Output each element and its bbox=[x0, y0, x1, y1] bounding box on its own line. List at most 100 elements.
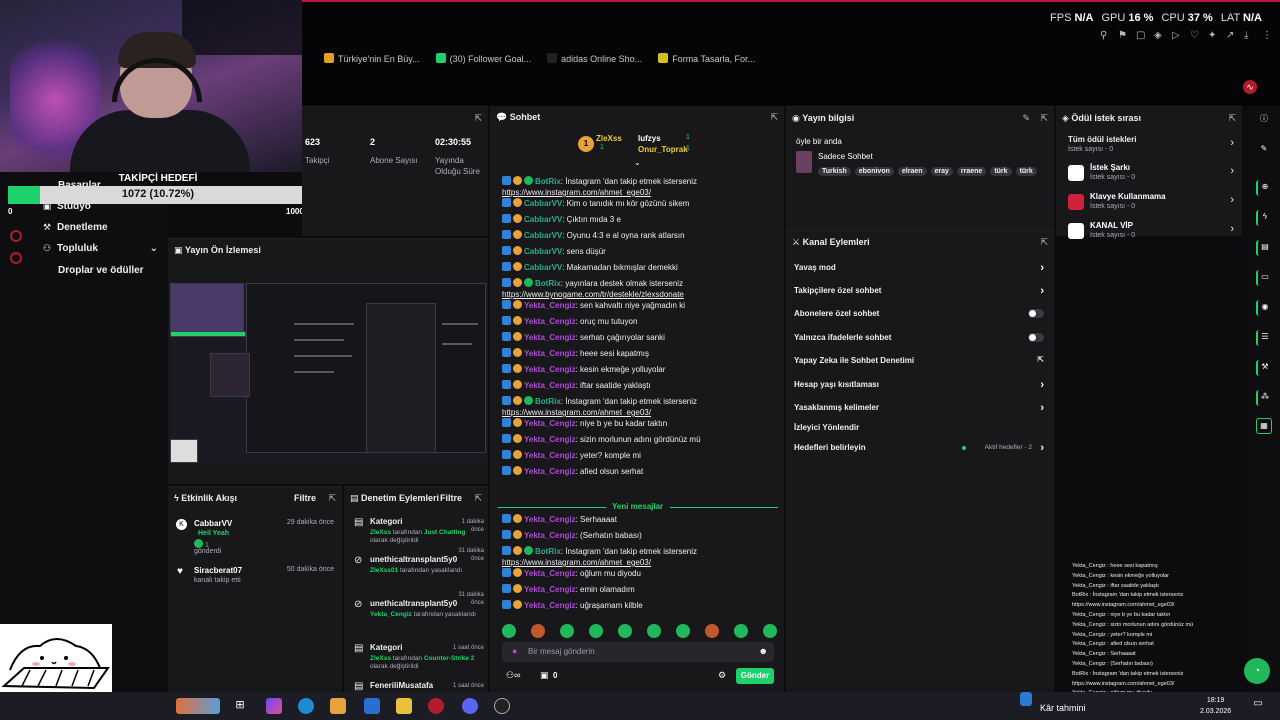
download-icon[interactable]: ⤓ bbox=[1244, 30, 1254, 41]
stream-tag[interactable]: rraene bbox=[956, 167, 987, 176]
activity-user[interactable]: CabbarVV bbox=[194, 519, 232, 528]
chat-username[interactable]: Yekta_Cengiz bbox=[524, 381, 576, 390]
chat-username[interactable]: Yekta_Cengiz bbox=[524, 585, 576, 594]
obs-icon[interactable] bbox=[494, 698, 510, 714]
pen-icon[interactable]: ✎ bbox=[1256, 142, 1272, 158]
chat-username[interactable]: CabbarVV bbox=[524, 199, 562, 208]
clock[interactable]: 18:19 2.03.2026 bbox=[1200, 695, 1231, 717]
users-icon[interactable]: ⚇∞ bbox=[506, 670, 520, 681]
stream-tag[interactable]: elraen bbox=[897, 167, 927, 176]
screenshot-icon[interactable]: ▢ bbox=[1136, 30, 1146, 41]
chat-username[interactable]: Yekta_Cengiz bbox=[524, 569, 576, 578]
nav-community[interactable]: ⚇ Topluluk ⌄ bbox=[40, 243, 158, 254]
chat-input[interactable]: ● Bir mesaj gönderin ☻ bbox=[502, 642, 774, 662]
top-gifter[interactable]: ZleXss bbox=[596, 134, 622, 143]
activity-user[interactable]: Siracberat07 bbox=[194, 566, 242, 575]
pin-icon[interactable]: ⚑ bbox=[1118, 30, 1128, 41]
live-icon[interactable] bbox=[10, 230, 22, 242]
popout-icon[interactable]: ⇱ bbox=[770, 112, 778, 123]
weather-text[interactable]: Kâr tahmini bbox=[1040, 703, 1086, 713]
chat-username[interactable]: Yekta_Cengiz bbox=[524, 451, 576, 460]
popout-icon[interactable]: ⇱ bbox=[1228, 113, 1236, 124]
shield-icon[interactable]: ◈ bbox=[1154, 30, 1164, 41]
stream-tag[interactable]: Turkish bbox=[818, 167, 851, 176]
extensions-icon[interactable]: ✦ bbox=[1208, 30, 1218, 41]
points-icon[interactable]: ▣ bbox=[540, 670, 549, 681]
heart-icon[interactable]: ♡ bbox=[1190, 30, 1200, 41]
chat-username[interactable]: Yekta_Cengiz bbox=[524, 317, 576, 326]
nodes-icon[interactable]: ⁂ bbox=[1256, 390, 1272, 406]
list-icon[interactable]: ☰ bbox=[1256, 330, 1272, 346]
channel-action[interactable]: İzleyici Yönlendir bbox=[794, 423, 1048, 437]
wrench-icon[interactable]: ⚒ bbox=[1256, 360, 1272, 376]
emote-icon[interactable] bbox=[676, 624, 690, 638]
modlog-actor[interactable]: ZleXss bbox=[370, 529, 391, 536]
task-view-icon[interactable]: ⊞ bbox=[232, 698, 248, 714]
activity-filter-button[interactable]: Filtre bbox=[294, 493, 316, 503]
chat-username[interactable]: Yekta_Cengiz bbox=[524, 435, 576, 444]
chat-username[interactable]: Yekta_Cengiz bbox=[524, 601, 576, 610]
channel-action[interactable]: Hedefleri belirleyin › Aktif hedefler - 2 bbox=[794, 442, 1048, 457]
channel-action[interactable]: Hesap yaşı kısıtlaması › bbox=[794, 379, 1048, 394]
chat-username[interactable]: CabbarVV bbox=[524, 215, 562, 224]
copilot-icon[interactable] bbox=[266, 698, 282, 714]
menu-icon[interactable]: ⋮ bbox=[1262, 30, 1272, 41]
info-icon[interactable]: ⓘ bbox=[1256, 112, 1272, 128]
file-icon[interactable]: ▤ bbox=[1256, 240, 1272, 256]
send-button[interactable]: Gönder bbox=[736, 668, 774, 684]
emote-icon[interactable] bbox=[734, 624, 748, 638]
gear-icon[interactable]: ⚙ bbox=[718, 670, 726, 681]
nav-moderation[interactable]: ⚒ Denetleme bbox=[40, 222, 108, 233]
stream-tag[interactable]: eray bbox=[930, 167, 953, 176]
chat-icon[interactable]: ▭ bbox=[1256, 270, 1272, 286]
bolt-icon[interactable]: ϟ bbox=[1256, 210, 1272, 226]
chat-username[interactable]: BotRix bbox=[535, 279, 561, 288]
reward-item[interactable]: Klavye Kullanmama İstek sayısı - 0 › bbox=[1068, 192, 1234, 216]
emote-icon[interactable] bbox=[531, 624, 545, 638]
channel-action[interactable]: Yalnızca ifadelerle sohbet bbox=[794, 333, 1048, 347]
popout-icon[interactable]: ⇱ bbox=[1040, 237, 1048, 248]
channel-action[interactable]: Yapay Zeka ile Sohbet Denetimi ⇱ bbox=[794, 355, 1048, 370]
preview-video[interactable] bbox=[170, 283, 488, 463]
modlog-actor[interactable]: Yekta_Cengiz bbox=[370, 611, 412, 618]
emoji-icon[interactable]: ☻ bbox=[759, 646, 768, 656]
popout-icon[interactable]: ⇱ bbox=[1040, 113, 1048, 124]
chat-link[interactable]: https://www.instagram.com/ahmet_ege03/ bbox=[502, 558, 651, 567]
top-gifter[interactable]: Onur_Toprak bbox=[638, 145, 688, 154]
chat-link[interactable]: https://www.bynogame.com/tr/destekle/zle… bbox=[502, 290, 684, 299]
reward-all[interactable]: Tüm ödül istekleri İstek sayısı - 0 › bbox=[1068, 135, 1234, 157]
popout-icon[interactable]: ⇱ bbox=[328, 493, 336, 504]
chat-username[interactable]: BotRix bbox=[535, 547, 561, 556]
channel-action[interactable]: Abonelere özel sohbet bbox=[794, 309, 1048, 323]
chevron-down-icon[interactable]: ⌄ bbox=[634, 158, 641, 167]
emote-icon[interactable] bbox=[502, 624, 516, 638]
settings-icon[interactable] bbox=[10, 252, 22, 264]
popout-icon[interactable]: ⇱ bbox=[474, 113, 482, 124]
opera-icon[interactable] bbox=[428, 698, 444, 714]
bookmark[interactable]: adidas Online Sho... bbox=[547, 53, 642, 64]
widget-icon[interactable] bbox=[176, 698, 220, 714]
chat-username[interactable]: Yekta_Cengiz bbox=[524, 349, 576, 358]
stream-tag[interactable]: ebonivon bbox=[854, 167, 894, 176]
bookmark[interactable]: (30) Follower Goal... bbox=[435, 53, 531, 64]
channel-action[interactable]: Yavaş mod › bbox=[794, 262, 1048, 277]
chat-link[interactable]: https://www.instagram.com/ahmet_ege03/ bbox=[502, 188, 651, 197]
reward-item[interactable]: KANAL VİP İstek sayısı - 0 › bbox=[1068, 221, 1234, 245]
bookmark[interactable]: Forma Tasarla, For... bbox=[658, 53, 755, 64]
emote-icon[interactable] bbox=[705, 624, 719, 638]
target-icon[interactable]: ⊕ bbox=[1256, 180, 1272, 196]
reward-item[interactable]: İstek Şarkı İstek sayısı - 0 › bbox=[1068, 163, 1234, 187]
broadcast-icon[interactable]: ◉ bbox=[1256, 300, 1272, 316]
chat-username[interactable]: CabbarVV bbox=[524, 263, 562, 272]
channel-action[interactable]: Takipçilere özel sohbet › bbox=[794, 285, 1048, 300]
chat-username[interactable]: Yekta_Cengiz bbox=[524, 467, 576, 476]
zoom-icon[interactable]: ⚲ bbox=[1100, 30, 1110, 41]
channel-action[interactable]: Yasaklanmış kelimeler › bbox=[794, 402, 1048, 417]
chat-username[interactable]: Yekta_Cengiz bbox=[524, 419, 576, 428]
play-icon[interactable]: ▷ bbox=[1172, 30, 1182, 41]
edit-icon[interactable]: ✎ bbox=[1022, 113, 1030, 124]
app-icon[interactable] bbox=[364, 698, 380, 714]
grid-icon[interactable]: ▦ bbox=[1256, 418, 1272, 434]
folder-icon[interactable] bbox=[396, 698, 412, 714]
emote-icon[interactable] bbox=[560, 624, 574, 638]
